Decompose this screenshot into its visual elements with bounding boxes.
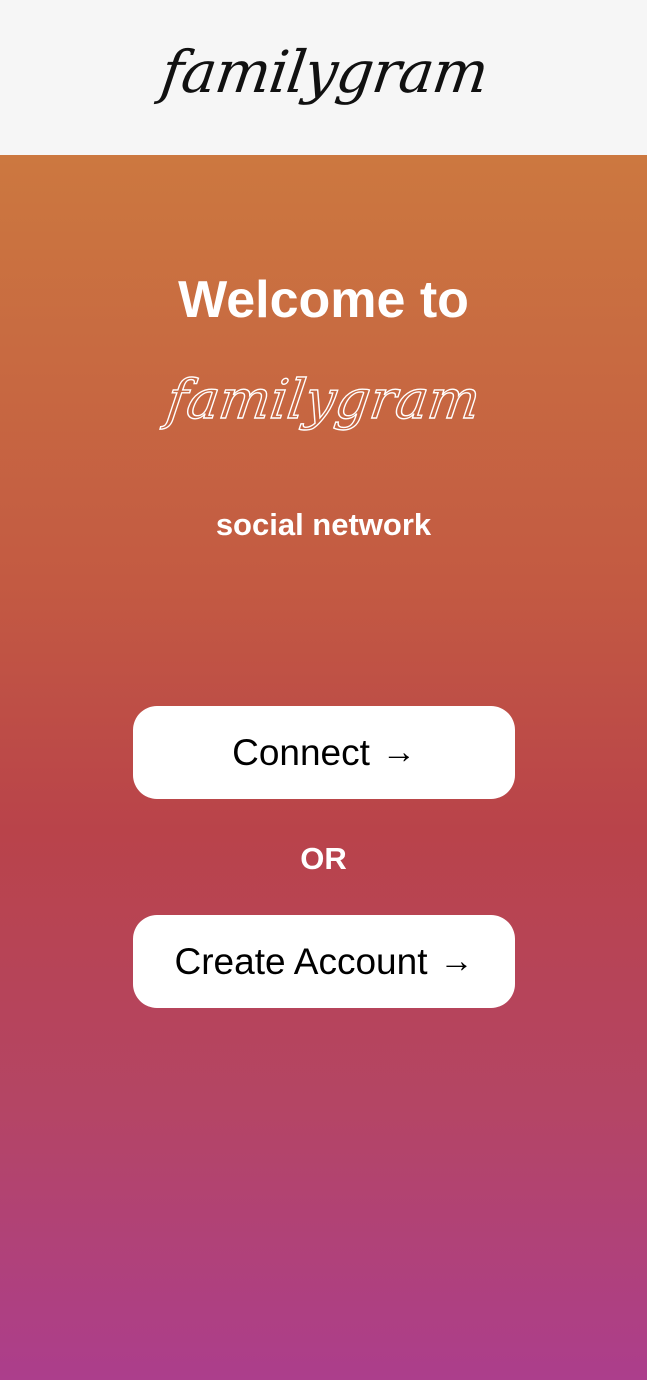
app-root: familygram Welcome to familygram social … — [0, 0, 647, 1380]
welcome-title: Welcome to — [178, 271, 469, 329]
brand-logo: familygram — [156, 37, 492, 106]
connect-button[interactable]: Connect → — [133, 706, 515, 799]
arrow-right-icon: → — [439, 942, 474, 980]
create-account-button-label: Create Account — [174, 940, 428, 982]
welcome-screen: Welcome to familygram social network Con… — [0, 155, 647, 1380]
top-bar: familygram — [0, 0, 647, 155]
tagline: social network — [215, 507, 432, 542]
arrow-right-icon: → — [381, 733, 416, 771]
create-account-button[interactable]: Create Account → — [133, 915, 515, 1008]
connect-button-label: Connect — [232, 731, 370, 773]
or-separator: OR — [300, 841, 347, 876]
welcome-brand-logo: familygram — [162, 367, 485, 431]
